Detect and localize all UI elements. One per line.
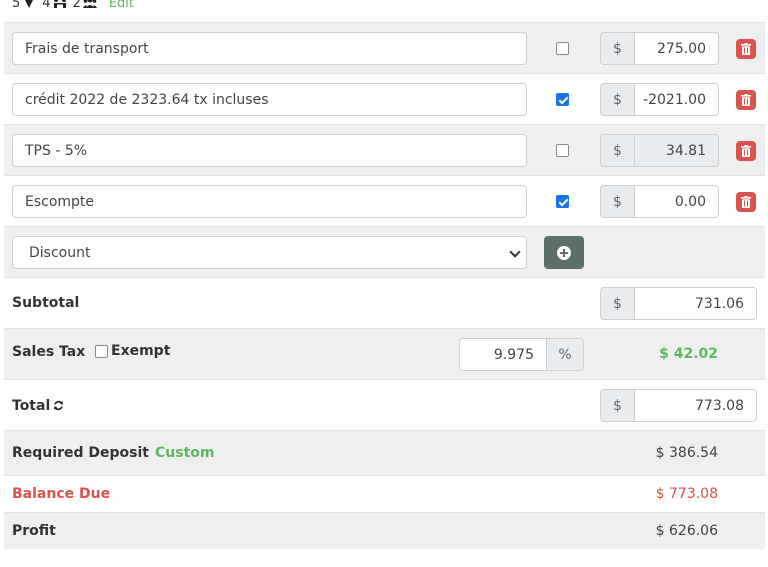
deposit-row: Required Deposit Custom $ 386.54 [4,430,765,475]
subtotal-amount-group: $ 731.06 [600,287,757,320]
line-item-amount-readonly: 34.81 [634,134,719,167]
balance-label: Balance Due [12,486,111,502]
line-item-description-input[interactable]: Frais de transport [12,32,527,65]
line-item-row: Escompte $ 0.00 [4,175,765,226]
trash-icon [741,145,751,157]
line-item-checkbox[interactable] [556,93,569,106]
line-item-amount-input[interactable]: 275.00 [634,32,719,65]
deposit-mode-link[interactable]: Custom [155,445,214,461]
delete-button[interactable] [736,192,756,212]
count-a: 5 [12,0,21,11]
line-item-amount-input[interactable]: -2021.00 [634,83,719,116]
refresh-icon[interactable] [53,400,64,411]
line-item-amount-input[interactable]: 0.00 [634,185,719,218]
count-group-c: 2 [73,0,97,11]
currency-addon: $ [600,287,634,320]
sales-tax-amount: $ 42.02 [659,346,718,362]
subtotal-value: 731.06 [634,287,757,320]
total-label: Total [12,398,51,414]
delete-button[interactable] [736,39,756,59]
plus-circle-icon [557,245,571,260]
currency-addon: $ [600,32,634,65]
summary-counts: 5 4 2 Edit [12,0,134,12]
tax-rate-group: 9.975 % [459,338,584,371]
line-item-row: TPS - 5% $ 34.81 [4,124,765,175]
currency-addon: $ [600,185,634,218]
line-item-amount-group: $ 34.81 [600,134,719,167]
subtotal-label: Subtotal [12,295,80,311]
total-label-group: Total [12,398,64,414]
deposit-label: Required Deposit [12,445,149,461]
line-item-description-input[interactable]: Escompte [12,185,527,218]
delete-button[interactable] [736,90,756,110]
item-type-select[interactable]: Discount [12,236,527,269]
trash-icon [741,94,751,106]
currency-addon: $ [600,134,634,167]
deposit-amount: $ 386.54 [655,445,718,461]
line-item-amount-group: $ 275.00 [600,32,719,65]
line-item-amount-group: $ 0.00 [600,185,719,218]
total-row: Total $ 773.08 [4,379,765,430]
line-item-checkbox[interactable] [556,195,569,208]
count-b: 4 [42,0,51,11]
add-item-row: Discount [4,226,765,277]
line-item-checkbox[interactable] [556,42,569,55]
line-item-row: Frais de transport $ 275.00 [4,22,765,73]
sales-tax-row: Sales Tax Exempt 9.975 % $ 42.02 [4,328,765,379]
trash-icon [741,196,751,208]
line-item-checkbox[interactable] [556,144,569,157]
edit-link[interactable]: Edit [109,0,134,11]
currency-addon: $ [600,83,634,116]
profit-amount: $ 626.06 [655,523,718,539]
users-icon [82,0,97,8]
chevron-down-icon [509,246,521,258]
exempt-checkbox[interactable] [95,344,108,358]
table-people-icon [53,0,66,8]
exempt-toggle[interactable]: Exempt [95,343,170,359]
total-amount-group: $ 773.08 [600,389,757,422]
count-c: 2 [72,0,81,11]
line-item-description-input[interactable]: crédit 2022 de 2323.64 tx incluses [12,83,527,116]
line-item-amount-group: $ -2021.00 [600,83,719,116]
currency-addon: $ [600,389,634,422]
line-item-row: crédit 2022 de 2323.64 tx incluses $ -20… [4,73,765,124]
line-item-description-input[interactable]: TPS - 5% [12,134,527,167]
exempt-label: Exempt [111,343,171,359]
percent-addon: % [547,338,584,371]
subtotal-row: Subtotal $ 731.06 [4,277,765,328]
balance-row: Balance Due $ 773.08 [4,475,765,512]
tax-rate-input[interactable]: 9.975 [459,338,547,371]
profit-row: Profit $ 626.06 [4,512,765,549]
add-item-button[interactable] [544,236,584,269]
item-type-selected: Discount [29,244,91,261]
delete-button[interactable] [736,141,756,161]
sales-tax-label: Sales Tax [12,344,86,360]
profit-label: Profit [12,523,56,539]
total-value: 773.08 [634,389,757,422]
count-group-a: 5 [12,0,36,11]
balance-amount: $ 773.08 [655,486,718,502]
trash-icon [741,43,751,55]
marker-icon [25,0,34,8]
count-group-b: 4 [42,0,66,11]
